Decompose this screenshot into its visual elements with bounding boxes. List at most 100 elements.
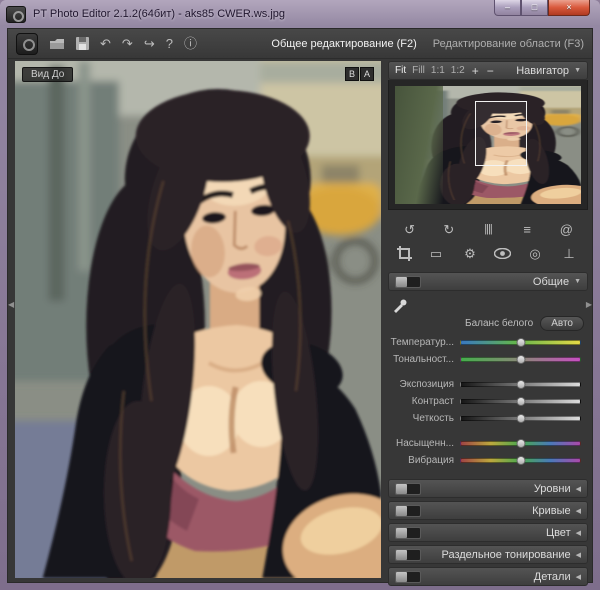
rotate-right-icon[interactable]: ↻ [439, 223, 459, 236]
navigator-collapse-icon[interactable]: ▼ [574, 67, 581, 74]
panel-details-toggle[interactable] [395, 571, 421, 583]
save-icon[interactable] [76, 37, 89, 50]
toolbar-icons: ↶ ↷ ↪ ? ⓘ [16, 33, 197, 55]
panel-footer: Сбросить Сохранить как... [388, 586, 588, 590]
saturation-slider[interactable] [460, 441, 581, 446]
panel-details: Детали ◀ [388, 567, 588, 586]
temperature-slider[interactable] [460, 340, 581, 345]
red-eye-icon[interactable] [494, 248, 511, 259]
panel-general-collapse-icon: ▼ [574, 278, 581, 285]
panel-details-header[interactable]: Детали ◀ [388, 567, 588, 586]
panel-general: Общие ▼ Баланс белого Авто Температур... [388, 272, 588, 476]
panel-general-header[interactable]: Общие ▼ [388, 272, 588, 291]
slider-thumb[interactable] [516, 439, 525, 448]
panel-color-toggle[interactable] [395, 527, 421, 539]
panel-curves-header[interactable]: Кривые ◀ [388, 501, 588, 520]
titlebar[interactable]: PT Photo Editor 2.1.2(64бит) - aks85 CWE… [0, 0, 600, 28]
slider-thumb[interactable] [516, 355, 525, 364]
after-button[interactable]: A [360, 67, 374, 81]
painting-image [15, 61, 381, 578]
zoom-in-button[interactable]: + [471, 65, 480, 77]
panel-split-toning-toggle[interactable] [395, 549, 421, 561]
app-surface: ↶ ↷ ↪ ? ⓘ Общее редактирование (F2) Реда… [7, 28, 593, 583]
straighten-icon[interactable]: ⊥ [559, 247, 579, 260]
tool-buttons: ↺ ↻ |||| ≡ @ ▭ ⚙ ◎ ⊥ [388, 210, 588, 269]
panel-curves: Кривые ◀ [388, 501, 588, 520]
navigator-title[interactable]: Навигатор [516, 65, 569, 77]
exposure-slider[interactable] [460, 382, 581, 387]
clarity-slider[interactable] [460, 416, 581, 421]
slider-vibrance: Вибрация [390, 452, 584, 469]
mode-tabs: Общее редактирование (F2) Редактирование… [271, 38, 584, 50]
adjust-lines-icon[interactable]: ≡ [517, 223, 537, 236]
panel-color: Цвет ◀ [388, 523, 588, 542]
panel-curves-toggle[interactable] [395, 505, 421, 517]
slider-thumb[interactable] [516, 338, 525, 347]
tool-row-2: ▭ ⚙ ◎ ⊥ [390, 241, 586, 265]
panel-split-toning-header[interactable]: Раздельное тонирование ◀ [388, 545, 588, 564]
white-balance-label: Баланс белого [465, 318, 533, 329]
clone-stamp-icon[interactable]: ◎ [525, 247, 545, 260]
panel-general-toggle[interactable] [395, 276, 421, 288]
vibrance-slider[interactable] [460, 458, 581, 463]
zoom-fill[interactable]: Fill [412, 65, 425, 76]
app-logo-icon[interactable] [16, 33, 38, 55]
redo-icon[interactable]: ↷ [122, 37, 133, 50]
zoom-out-button[interactable]: − [486, 65, 495, 77]
undo-icon[interactable]: ↶ [100, 37, 111, 50]
close-button[interactable]: × [548, 0, 590, 16]
navigator-thumbnail[interactable] [395, 86, 581, 204]
window-controls: – □ × [494, 0, 590, 16]
panel-details-title: Детали [534, 571, 571, 583]
tab-general-editing[interactable]: Общее редактирование (F2) [271, 38, 416, 50]
slider-thumb[interactable] [516, 397, 525, 406]
auto-white-balance-button[interactable]: Авто [540, 316, 584, 331]
tab-area-editing[interactable]: Редактирование области (F3) [433, 38, 584, 50]
slider-thumb[interactable] [516, 380, 525, 389]
rotate-left-icon[interactable]: ↺ [400, 223, 420, 236]
slider-temperature: Температур... [390, 334, 584, 351]
panel-color-title: Цвет [546, 527, 571, 539]
window-title: PT Photo Editor 2.1.2(64бит) - aks85 CWE… [33, 8, 285, 20]
panel-levels-collapse-icon: ◀ [576, 485, 581, 493]
toolbar: ↶ ↷ ↪ ? ⓘ Общее редактирование (F2) Реда… [8, 29, 592, 59]
right-panel: Fit Fill 1:1 1:2 + − Навигатор ▼ [388, 61, 588, 578]
minimize-button[interactable]: – [494, 0, 521, 16]
panel-levels-header[interactable]: Уровни ◀ [388, 479, 588, 498]
share-icon[interactable]: ↪ [144, 37, 155, 50]
tint-slider[interactable] [460, 357, 581, 362]
panel-general-body: Баланс белого Авто Температур... Тональн… [388, 291, 588, 476]
contrast-slider[interactable] [460, 399, 581, 404]
panel-split-toning: Раздельное тонирование ◀ [388, 545, 588, 564]
panel-split-toning-title: Раздельное тонирование [441, 549, 570, 561]
collapse-right-panel-icon[interactable]: ▶ [586, 300, 592, 310]
before-after-toggle: B A [345, 67, 374, 81]
main-area: Вид До B A Fit Fill 1:1 1:2 + − [8, 59, 592, 582]
watermark-icon[interactable]: @ [556, 223, 576, 236]
slider-tint: Тональност... [390, 351, 584, 368]
patch-icon[interactable]: ▭ [426, 247, 446, 260]
zoom-mode-group: Fit Fill 1:1 1:2 + − [395, 65, 495, 77]
before-button[interactable]: B [345, 67, 359, 81]
zoom-1-1[interactable]: 1:1 [431, 65, 445, 76]
slider-thumb[interactable] [516, 456, 525, 465]
view-mode-badge: Вид До [22, 67, 73, 82]
crop-icon[interactable] [397, 246, 412, 261]
info-icon[interactable]: ⓘ [184, 37, 197, 50]
panel-levels-toggle[interactable] [395, 483, 421, 495]
zoom-1-2[interactable]: 1:2 [451, 65, 465, 76]
histogram-icon[interactable]: |||| [478, 224, 498, 235]
zoom-fit[interactable]: Fit [395, 65, 406, 76]
maximize-button[interactable]: □ [521, 0, 548, 16]
white-balance-picker-icon[interactable] [392, 298, 407, 313]
denoise-icon[interactable]: ⚙ [460, 247, 480, 260]
panel-color-header[interactable]: Цвет ◀ [388, 523, 588, 542]
navigator-header: Fit Fill 1:1 1:2 + − Навигатор ▼ [388, 61, 588, 80]
slider-thumb[interactable] [516, 414, 525, 423]
open-folder-icon[interactable] [49, 38, 65, 50]
collapse-left-panel-icon[interactable]: ◀ [8, 300, 14, 310]
help-icon[interactable]: ? [166, 37, 173, 50]
window-app-icon[interactable] [6, 6, 26, 23]
navigator-zoom-rect[interactable] [475, 101, 527, 166]
image-preview[interactable]: Вид До B A [15, 61, 381, 578]
